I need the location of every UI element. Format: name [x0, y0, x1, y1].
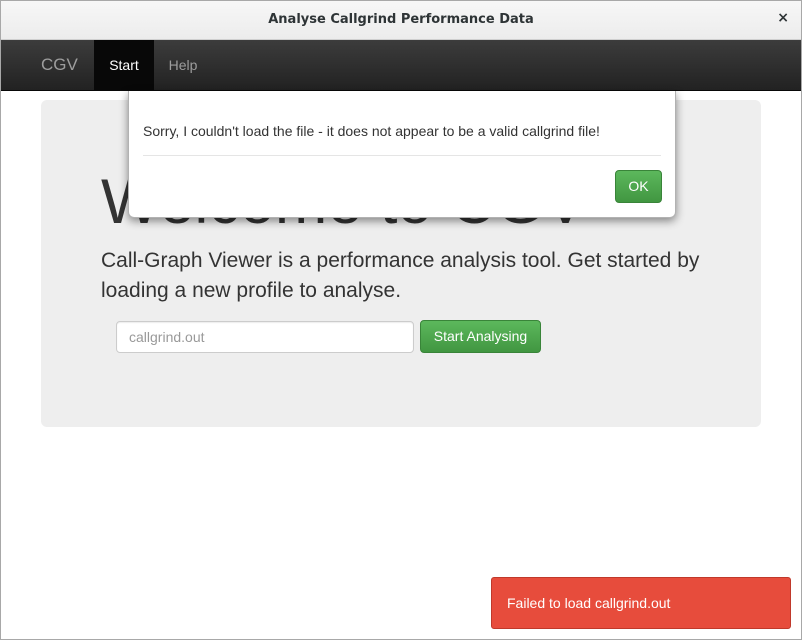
- error-dialog: Sorry, I couldn't load the file - it doe…: [128, 91, 676, 218]
- navbar: CGV Start Help: [1, 40, 801, 91]
- nav-item-start[interactable]: Start: [94, 40, 154, 90]
- app-window: Analyse Callgrind Performance Data × CGV…: [0, 0, 802, 640]
- error-toast[interactable]: Failed to load callgrind.out: [491, 577, 791, 629]
- file-path-input[interactable]: [116, 321, 414, 353]
- nav-item-help[interactable]: Help: [154, 40, 212, 90]
- dialog-divider: [143, 155, 661, 156]
- close-icon[interactable]: ×: [777, 10, 789, 26]
- navbar-brand[interactable]: CGV: [41, 55, 78, 75]
- dialog-message: Sorry, I couldn't load the file - it doe…: [143, 123, 600, 139]
- start-analysing-button[interactable]: Start Analysing: [420, 320, 541, 353]
- title-bar: Analyse Callgrind Performance Data ×: [1, 1, 801, 40]
- window-title: Analyse Callgrind Performance Data: [268, 12, 534, 27]
- ok-button[interactable]: OK: [615, 170, 662, 203]
- intro-text: Call-Graph Viewer is a performance analy…: [101, 249, 700, 302]
